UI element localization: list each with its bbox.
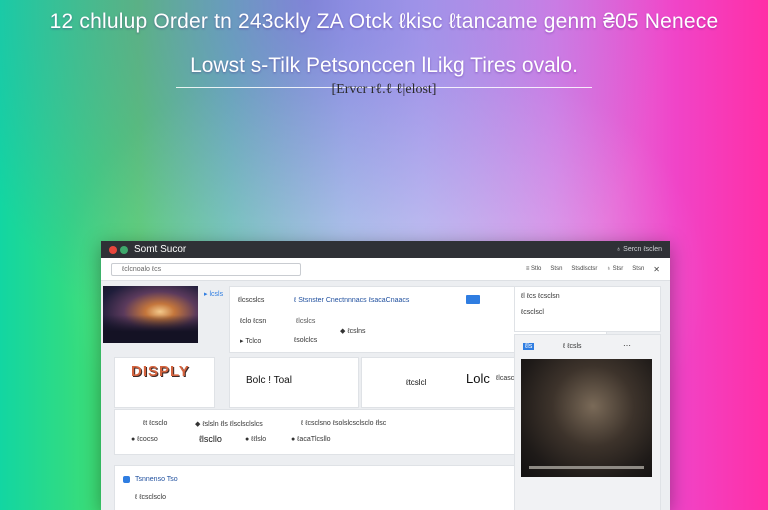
toolbar-link[interactable]: Stsn [632,266,644,272]
titlebar-right-label: ♁ Sercn ℓsclen [615,246,662,253]
toolbar-links: ≡ Stlo Stsn Stsdlsctsr ♁ Stsr Stsn ✕ [526,265,660,274]
panel-line: ℓsolclcs [294,337,318,344]
list-item[interactable]: ◆ ℓslsln ℓls ℓlsclsclslcs [195,420,263,428]
search-input[interactable]: ℓclcnoalo ℓcs [111,262,301,276]
panel-link[interactable]: ▸ lcsls [204,290,223,298]
titlebar-right[interactable]: ♁ Sercn ℓsclen [616,246,662,253]
video-progress-bar[interactable] [529,466,644,469]
subheadline: Lowst s-Tilk Petsonccen lLikg Tires oval… [190,54,578,77]
panel-line: ▸ Tclco [240,338,262,345]
title-card-text: Bolc ! Toal [246,375,292,386]
detail-label: ℓtcslcl [406,378,427,387]
panel-line: ℓlcslcs [296,318,316,325]
close-icon[interactable]: ✕ [653,265,660,274]
toolbar-link[interactable]: Stsn [550,266,562,272]
list-item[interactable]: ● ℓℓlslo [245,436,266,443]
toolbar-link[interactable]: ♁ Stsr [606,266,623,272]
app-window: Somt Sucor ♁ Sercn ℓsclen ℓclcnoalo ℓcs … [101,241,670,510]
list-item[interactable]: ℓt ℓcsclo [143,420,167,427]
panel-subline: ℓlcscslcs [238,297,265,304]
headline: 12 chlulup Order tn 243ckly ZA Otck ℓkis… [49,10,719,33]
video-player[interactable] [521,359,652,477]
video-badge: ℓls [523,343,535,350]
panel-title[interactable]: ℓ Stsnster Cnectnnnacs ℓsacaCnaacs [294,297,409,304]
logo-green-icon [120,245,128,254]
tagline: [Ervcr rℓ.ℓ ℓ|elost] [331,82,437,97]
right-info-line: ℓcsclscl [521,309,544,316]
right-info-line: ℓl ℓcs ℓcsclsn [521,293,560,300]
toolbar-link[interactable]: Stsdlsctsr [571,266,597,272]
list-item[interactable]: ● ℓcocso [131,436,158,443]
detail-heading: Lolc [466,371,490,386]
panel-line: ◆ ℓcslns [340,328,366,335]
thumbnail-image[interactable] [103,286,198,343]
panel-action-button[interactable] [466,295,480,304]
footer-title[interactable]: Tsnnenso Tso [135,476,178,483]
panel-line: ℓclo ℓcsn [240,318,267,325]
app-title: Somt Sucor [134,244,187,255]
more-icon[interactable]: ⋯ [623,341,631,350]
right-info-panel: ℓl ℓcs ℓcsclsn ℓcsclscl [514,286,661,332]
toolbar-link[interactable]: ≡ Stlo [526,266,542,272]
thumbnail-ridge [103,315,198,343]
toolbar: ℓclcnoalo ℓcs ≡ Stlo Stsn Stsdlsctsr ♁ S… [101,258,670,281]
sticker-logo: DISPLY [131,363,190,380]
footer-line: ℓ ℓcsclsclo [135,494,166,501]
list-item[interactable]: ● ℓacaTlcsllo [291,436,331,443]
list-item[interactable]: ℓ ℓcsclsno ℓsolslcsclsclo ℓlsc [301,420,386,427]
title-card[interactable]: Bolc ! Toal [229,357,359,408]
title-bar: Somt Sucor ♁ Sercn ℓsclen [101,241,670,258]
video-meta: ℓ ℓcsls [563,343,582,350]
info-icon [123,476,130,483]
logo-red-icon [109,245,117,254]
list-item[interactable]: ℓlscllo [199,434,222,444]
